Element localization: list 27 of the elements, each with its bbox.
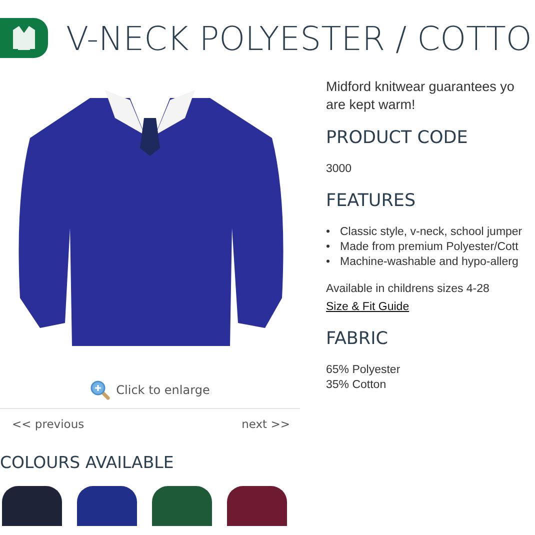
bullet-mark: • [326, 255, 332, 270]
next-link[interactable]: next >> [242, 417, 290, 431]
detail-text: 35% Cotton [326, 378, 386, 393]
section-heading: FEATURES [326, 191, 416, 211]
bullet-mark: • [326, 240, 332, 255]
jumper-icon [12, 25, 36, 51]
colour-swatch[interactable] [2, 486, 62, 526]
sizes-note: Available in childrens sizes 4-28 [326, 282, 490, 297]
feature-item: Classic style, v-neck, school jumper [340, 225, 522, 240]
detail-text: 3000 [326, 162, 352, 177]
bullet-mark: • [326, 225, 332, 240]
product-title: V-NECK POLYESTER / COTTO [66, 18, 532, 58]
detail-text: 65% Polyester [326, 363, 400, 378]
magnifier-icon[interactable] [90, 380, 110, 400]
feature-item: Machine-washable and hypo-allerg [340, 255, 518, 270]
intro-text: Midford knitwear guarantees yo are kept warm! [326, 78, 516, 114]
colour-swatch[interactable] [227, 486, 287, 526]
colours-heading: COLOURS AVAILABLE [0, 453, 175, 472]
section-heading: FABRIC [326, 329, 388, 349]
size-guide-link[interactable]: Size & Fit Guide [326, 301, 410, 313]
category-tab[interactable] [0, 18, 48, 58]
previous-link[interactable]: << previous [12, 417, 84, 431]
section-heading: PRODUCT CODE [326, 128, 468, 148]
enlarge-link[interactable]: Click to enlarge [116, 383, 210, 397]
colour-swatch[interactable] [77, 486, 137, 526]
colour-swatch[interactable] [152, 486, 212, 526]
feature-item: Made from premium Polyester/Cott [340, 240, 518, 255]
